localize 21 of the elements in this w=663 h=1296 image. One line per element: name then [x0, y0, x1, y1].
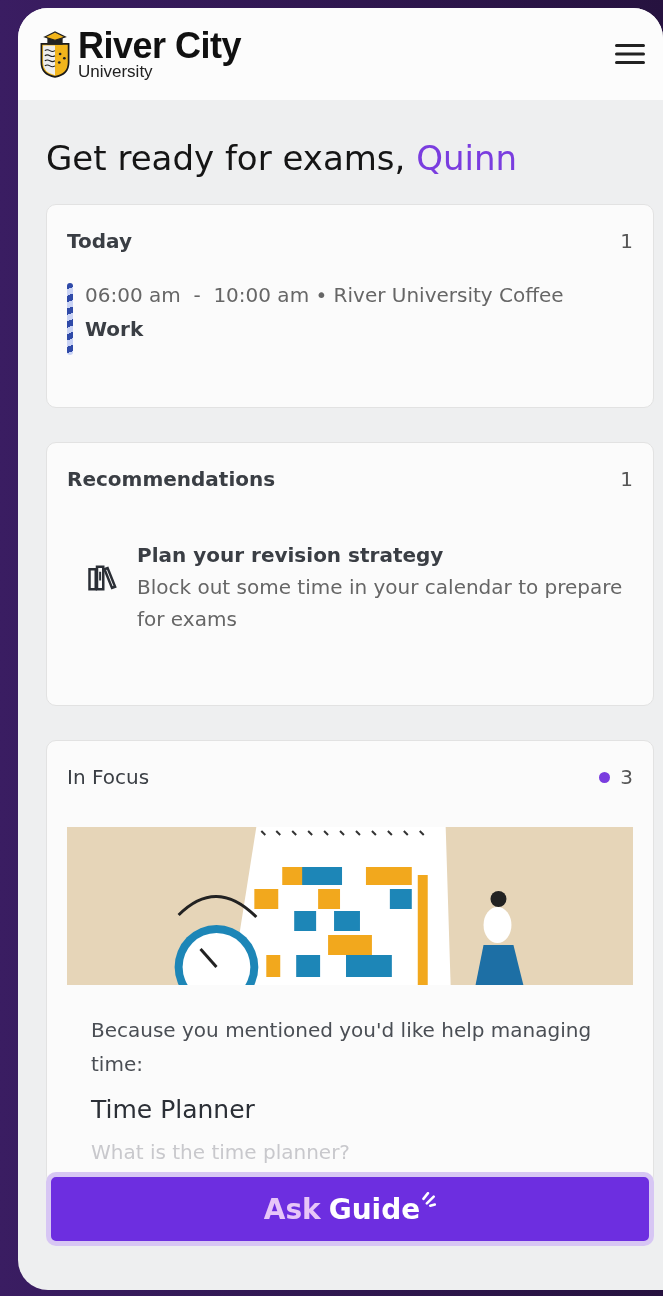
card-count: 1	[620, 229, 633, 253]
logo-title: River City	[78, 28, 242, 64]
menu-icon[interactable]	[615, 43, 645, 65]
event-time: 06:00 am - 10:00 am • River University Coffee	[85, 283, 564, 307]
recommendation-description: Block out some time in your calendar to prepare for exams	[137, 574, 624, 633]
books-icon	[87, 563, 117, 593]
sparkle-icon	[420, 1192, 437, 1208]
event-stripe-icon	[67, 283, 73, 355]
card-count: 3	[620, 765, 633, 789]
event-item[interactable]: 06:00 am - 10:00 am • River University Coffee Work	[67, 283, 633, 355]
greeting-heading: Get ready for exams, Quinn	[46, 137, 519, 180]
card-count: 1	[620, 467, 633, 491]
recommendation-title[interactable]: Plan your revision strategy	[137, 543, 633, 567]
card-title: In Focus	[67, 765, 150, 789]
event-name: Work	[85, 317, 145, 341]
feature-heading: Time Planner	[91, 1095, 256, 1124]
reason-text: Because you mentioned you'd like help managing time:	[91, 1017, 593, 1078]
logo-subtitle: University	[78, 64, 154, 80]
card-title: Recommendations	[67, 467, 276, 491]
card-title: Today	[67, 229, 132, 253]
ask-guide-button[interactable]: Ask Guide	[46, 1172, 654, 1246]
